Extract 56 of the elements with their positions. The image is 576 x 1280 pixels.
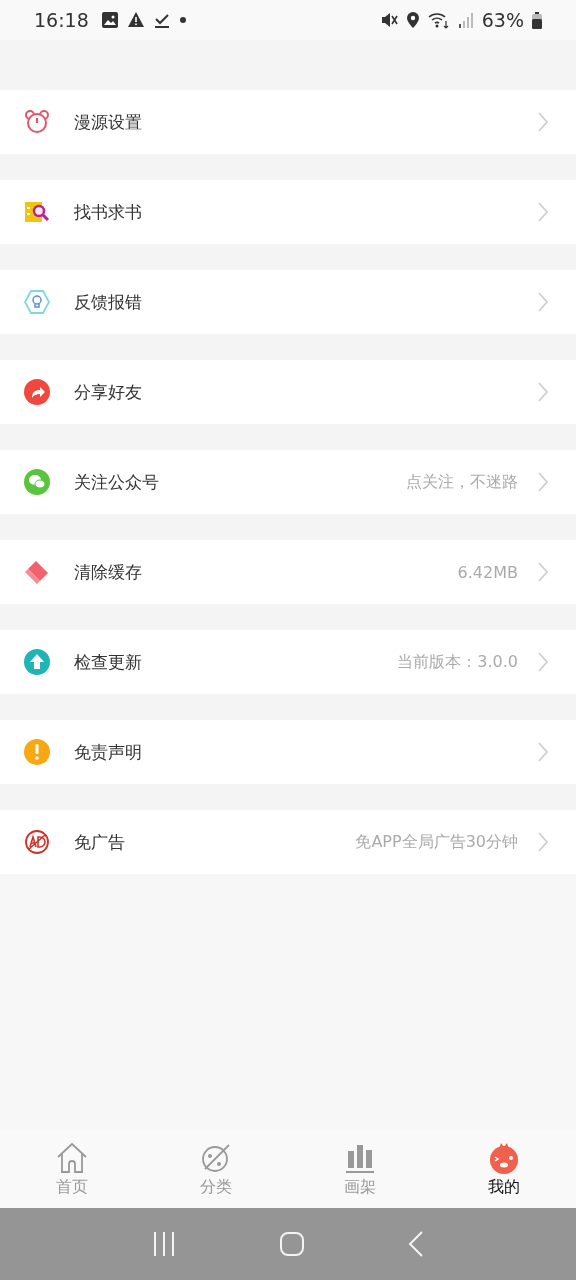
- menu-label: 检查更新: [74, 650, 142, 674]
- menu-row[interactable]: 检查更新 当前版本：3.0.0: [0, 630, 576, 694]
- chevron-icon: [538, 562, 548, 582]
- signal-icon: [457, 11, 474, 29]
- back-icon: [408, 1231, 425, 1257]
- location-icon: [405, 11, 420, 29]
- upload-icon: [24, 649, 50, 675]
- chevron-icon: [538, 382, 548, 402]
- recent-apps-icon: [151, 1231, 176, 1257]
- nav-tab[interactable]: 我的: [432, 1130, 576, 1208]
- share-icon: [24, 379, 50, 405]
- search-book-icon: [24, 199, 50, 225]
- chevron-icon: [538, 472, 548, 492]
- menu-row[interactable]: 反馈报错: [0, 270, 576, 334]
- dot-icon: [178, 16, 187, 24]
- chat-icon: [24, 469, 50, 495]
- menu-value: 免APP全局广告30分钟: [355, 831, 518, 853]
- menu-label: 免责声明: [74, 740, 142, 764]
- menu-label: 找书求书: [74, 200, 142, 224]
- menu-row[interactable]: 免广告 免APP全局广告30分钟: [0, 810, 576, 874]
- menu-value: 6.42MB: [457, 562, 518, 582]
- menu-row[interactable]: 免责声明: [0, 720, 576, 784]
- battery-percent: 63%: [481, 9, 524, 31]
- wifi-icon: [427, 11, 450, 29]
- download-done-icon: [152, 11, 171, 29]
- home-icon: [55, 1140, 89, 1175]
- warning-icon: [126, 11, 145, 29]
- chevron-icon: [538, 652, 548, 672]
- menu-label: 分享好友: [74, 380, 142, 404]
- menu-value: 点关注，不迷路: [406, 471, 518, 493]
- no-ads-icon: [24, 829, 50, 855]
- mute-icon: [379, 11, 398, 29]
- chevron-icon: [538, 202, 548, 222]
- eraser-icon: [24, 559, 50, 585]
- battery-icon: [532, 11, 542, 29]
- menu-label: 清除缓存: [74, 560, 142, 584]
- menu-row[interactable]: 清除缓存 6.42MB: [0, 540, 576, 604]
- menu-label: 漫源设置: [74, 110, 142, 134]
- chevron-icon: [538, 832, 548, 852]
- chevron-icon: [538, 292, 548, 312]
- menu-row[interactable]: 关注公众号 点关注，不迷路: [0, 450, 576, 514]
- lightbulb-icon: [24, 289, 50, 315]
- image-icon: [100, 11, 119, 29]
- menu-value: 当前版本：3.0.0: [397, 651, 518, 673]
- status-time: 16:18: [34, 9, 89, 31]
- menu-label: 免广告: [74, 830, 125, 854]
- home-button-icon: [279, 1231, 305, 1257]
- chevron-icon: [538, 112, 548, 132]
- bear-icon: [24, 109, 50, 135]
- menu-row[interactable]: 漫源设置: [0, 90, 576, 154]
- menu-label: 反馈报错: [74, 290, 142, 314]
- exclamation-icon: [24, 739, 50, 765]
- chevron-icon: [538, 742, 548, 762]
- menu-label: 关注公众号: [74, 470, 159, 494]
- menu-row[interactable]: 分享好友: [0, 360, 576, 424]
- menu-row[interactable]: 找书求书: [0, 180, 576, 244]
